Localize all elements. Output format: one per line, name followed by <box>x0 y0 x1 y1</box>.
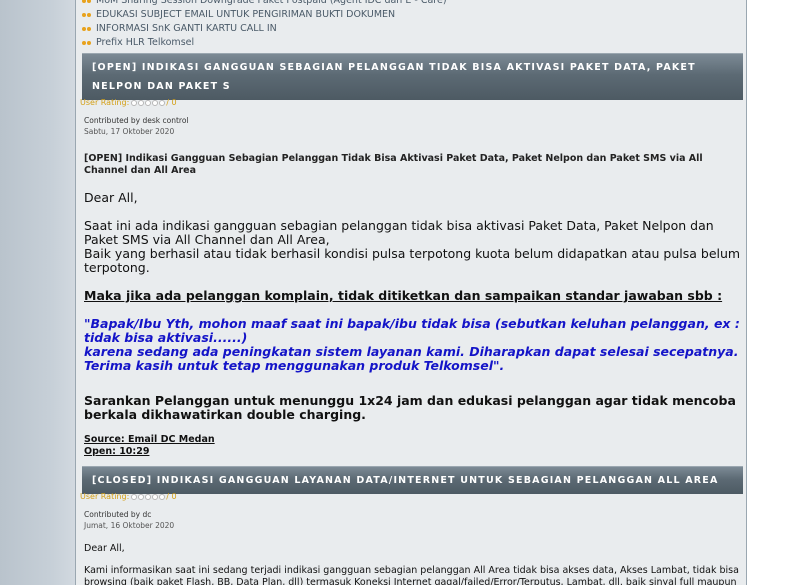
open-time: Open: 10:29 <box>84 446 150 457</box>
related-link[interactable]: EDUKASI SUBJECT EMAIL UNTUK PENGIRIMAN B… <box>96 8 395 22</box>
rating-label: User Rating: <box>80 492 130 501</box>
greeting: Dear All, <box>84 543 125 554</box>
contributed-by: Contributed by desk control <box>84 116 189 125</box>
bullet-icon <box>82 0 94 3</box>
list-item[interactable]: Prefix HLR Telkomsel <box>82 36 447 50</box>
standard-answer-line: karena sedang ada peningkatan sistem lay… <box>84 344 739 359</box>
star-icon[interactable] <box>131 493 138 500</box>
left-sidebar-gutter <box>0 0 75 585</box>
rating-stars[interactable] <box>131 493 166 500</box>
related-link[interactable]: MoM Sharing Session Downgrade Paket Post… <box>96 0 447 8</box>
star-icon[interactable] <box>152 99 159 106</box>
standard-answer-line: "Bapak/Ibu Yth, mohon maaf saat ini bapa… <box>84 316 740 345</box>
star-icon[interactable] <box>152 493 159 500</box>
paragraph: Saat ini ada indikasi gangguan sebagian … <box>84 218 714 247</box>
content-column: MoM Sharing Session Downgrade Paket Post… <box>75 0 747 585</box>
standard-answer-line: Terima kasih untuk tetap menggunakan pro… <box>84 358 505 373</box>
star-icon[interactable] <box>138 493 145 500</box>
right-margin <box>747 0 812 585</box>
instruction-text: Maka jika ada pelanggan komplain, tidak … <box>84 288 723 303</box>
bullet-icon <box>82 27 94 31</box>
advice-text: Sarankan Pelanggan untuk menunggu 1x24 j… <box>84 393 736 422</box>
related-link[interactable]: INFORMASI SnK GANTI KARTU CALL IN <box>96 22 277 36</box>
source-text: Source: Email DC Medan <box>84 434 215 445</box>
article-date: Jumat, 16 Oktober 2020 <box>84 521 175 530</box>
list-item[interactable]: MoM Sharing Session Downgrade Paket Post… <box>82 0 447 8</box>
rating-stars[interactable] <box>131 99 166 106</box>
article-title: [OPEN] Indikasi Gangguan Sebagian Pelang… <box>84 153 703 176</box>
related-articles-list: MoM Sharing Session Downgrade Paket Post… <box>82 0 447 50</box>
bullet-icon <box>82 13 94 17</box>
star-icon[interactable] <box>145 493 152 500</box>
star-icon[interactable] <box>138 99 145 106</box>
user-rating: User Rating: / 0 <box>80 492 177 501</box>
list-item[interactable]: INFORMASI SnK GANTI KARTU CALL IN <box>82 22 447 36</box>
article-header[interactable]: [OPEN] INDIKASI GANGGUAN SEBAGIAN PELANG… <box>82 53 743 100</box>
rating-count: / 0 <box>166 98 177 107</box>
contributed-by: Contributed by dc <box>84 510 152 519</box>
article-header[interactable]: [CLOSED] INDIKASI GANGGUAN LAYANAN DATA/… <box>82 466 743 494</box>
rating-label: User Rating: <box>80 98 130 107</box>
rating-count: / 0 <box>166 492 177 501</box>
star-icon[interactable] <box>159 99 166 106</box>
paragraph: Baik yang berhasil atau tidak berhasil k… <box>84 246 741 275</box>
star-icon[interactable] <box>159 493 166 500</box>
user-rating: User Rating: / 0 <box>80 98 177 107</box>
related-link[interactable]: Prefix HLR Telkomsel <box>96 36 194 50</box>
bullet-icon <box>82 41 94 45</box>
star-icon[interactable] <box>145 99 152 106</box>
paragraph: Kami informasikan saat ini sedang terjad… <box>84 565 739 585</box>
star-icon[interactable] <box>131 99 138 106</box>
list-item[interactable]: EDUKASI SUBJECT EMAIL UNTUK PENGIRIMAN B… <box>82 8 447 22</box>
article-date: Sabtu, 17 Oktober 2020 <box>84 127 175 136</box>
greeting: Dear All, <box>84 190 138 205</box>
